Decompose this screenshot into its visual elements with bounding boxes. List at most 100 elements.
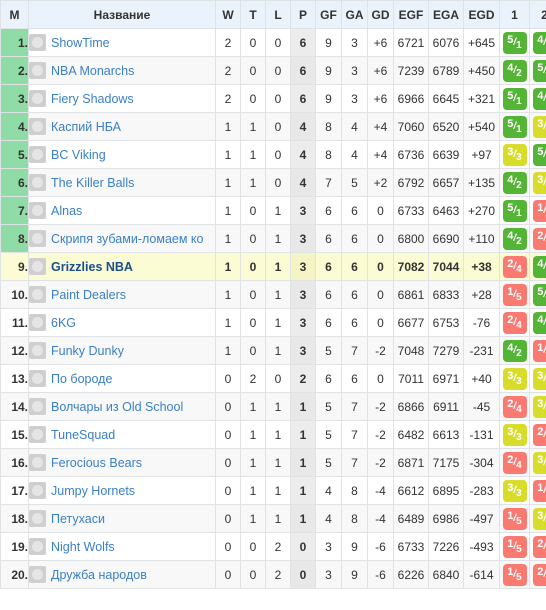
team-name-link[interactable]: Петухаси — [51, 512, 105, 526]
team-name-link[interactable]: Fiery Shadows — [51, 92, 134, 106]
team-cell[interactable]: BC Viking — [28, 140, 216, 169]
score-badge-cell-s2[interactable]: 3/3 — [529, 168, 546, 197]
team-name-link[interactable]: Скрипя зубами-ломаем ко — [51, 232, 204, 246]
table-row[interactable]: 20. Дружба народов 0 0 2 0 3 9 -6 6226 6840 -614 1/5… — [0, 560, 546, 589]
header-points[interactable]: P — [290, 0, 316, 29]
table-row[interactable]: 8. Скрипя зубами-ломаем ко 1 0 1 3 6 6 0 6800 6690… — [0, 224, 546, 253]
score-badge-cell-s1[interactable]: 2/4 — [499, 252, 530, 281]
team-name-link[interactable]: The Killer Balls — [51, 176, 134, 190]
team-cell[interactable]: Alnas — [28, 196, 216, 225]
score-badge-cell-s2[interactable]: 4/2 — [529, 252, 546, 281]
score-badge-cell-s1[interactable]: 2/4 — [499, 308, 530, 337]
team-cell[interactable]: Дружба народов — [28, 560, 216, 589]
table-row[interactable]: 2.NBA Monarchs200693+672396789+4504/25/1 — [0, 56, 546, 85]
team-name-link[interactable]: TuneSquad — [51, 428, 115, 442]
score-badge-cell-s2[interactable]: 1/5 — [529, 336, 546, 365]
score-badge-cell-s2[interactable]: 4/2 — [529, 28, 546, 57]
team-cell[interactable]: Каспий НБА — [28, 112, 216, 141]
team-cell[interactable]: 6KG — [28, 308, 216, 337]
score-badge-cell-s2[interactable]: 3/3 — [529, 364, 546, 393]
header-round-2[interactable]: 2 — [529, 0, 546, 29]
header-ties[interactable]: T — [240, 0, 266, 29]
table-row[interactable]: 18.Петухаси011148-464896986-4971/53/3 — [0, 504, 546, 533]
score-badge-cell-s2[interactable]: 2/4 — [529, 420, 546, 449]
team-name-link[interactable]: Funky Dunky — [51, 344, 124, 358]
header-ega[interactable]: EGA — [428, 0, 464, 29]
score-badge-cell-s2[interactable]: 5/1 — [529, 56, 546, 85]
team-cell[interactable]: Петухаси — [28, 504, 216, 533]
table-row[interactable]: 16. Ferocious Bears 0 1 1 1 5 7 -2 6871 7175 -304 2/… — [0, 448, 546, 477]
team-cell[interactable]: Ferocious Bears — [28, 448, 216, 477]
table-row[interactable]: 19.Night Wolfs002039-667337226-4931/52/4 — [0, 532, 546, 561]
header-name[interactable]: Название — [28, 0, 216, 29]
score-badge-cell-s2[interactable]: 4/2 — [529, 84, 546, 113]
table-row[interactable]: 1. ShowTime 200693+667216076+6455/1 4/2 — [0, 28, 546, 57]
team-cell[interactable]: По бороде — [28, 364, 216, 393]
score-badge-cell-s1[interactable]: 5/1 — [499, 112, 530, 141]
score-badge-cell-s1[interactable]: 2/4 — [499, 392, 530, 421]
score-badge-cell-s1[interactable]: 1/5 — [499, 560, 530, 589]
header-losses[interactable]: L — [265, 0, 291, 29]
team-cell[interactable]: Paint Dealers — [28, 280, 216, 309]
header-goal-diff[interactable]: GD — [367, 0, 394, 29]
team-name-link[interactable]: 6KG — [51, 316, 76, 330]
score-badge-cell-s1[interactable]: 4/2 — [499, 224, 530, 253]
team-cell[interactable]: Fiery Shadows — [28, 84, 216, 113]
team-cell[interactable]: Волчары из Old School — [28, 392, 216, 421]
score-badge-cell-s1[interactable]: 4/2 — [499, 336, 530, 365]
score-badge-cell-s2[interactable]: 3/3 — [529, 504, 546, 533]
team-name-link[interactable]: Jumpy Hornets — [51, 484, 135, 498]
table-row[interactable]: 7.Alnas101366067336463+2705/11/5 — [0, 196, 546, 225]
team-cell[interactable]: TuneSquad — [28, 420, 216, 449]
score-badge-cell-s2[interactable]: 2/4 — [529, 532, 546, 561]
score-badge-cell-s1[interactable]: 5/1 — [499, 28, 530, 57]
team-cell[interactable]: The Killer Balls — [28, 168, 216, 197]
team-name-link[interactable]: ShowTime — [51, 36, 110, 50]
score-badge-cell-s2[interactable]: 3/3 — [529, 112, 546, 141]
team-cell[interactable]: Jumpy Hornets — [28, 476, 216, 505]
team-name-link[interactable]: Дружба народов — [51, 568, 147, 582]
score-badge-cell-s2[interactable]: 2/4 — [529, 560, 546, 589]
score-badge-cell-s2[interactable]: 1/5 — [529, 476, 546, 505]
table-row[interactable]: 12.Funky Dunky101357-270487279-2314/21/5 — [0, 336, 546, 365]
team-cell[interactable]: NBA Monarchs — [28, 56, 216, 85]
score-badge-cell-s1[interactable]: 1/5 — [499, 532, 530, 561]
team-cell[interactable]: Night Wolfs — [28, 532, 216, 561]
score-badge-cell-s2[interactable]: 1/5 — [529, 196, 546, 225]
header-egd[interactable]: EGD — [463, 0, 500, 29]
score-badge-cell-s1[interactable]: 5/1 — [499, 196, 530, 225]
team-name-link[interactable]: Paint Dealers — [51, 288, 126, 302]
team-name-link[interactable]: Волчары из Old School — [51, 400, 183, 414]
team-cell[interactable]: Скрипя зубами-ломаем ко — [28, 224, 216, 253]
table-row[interactable]: 5.BC Viking110484+467366639+973/35/1 — [0, 140, 546, 169]
score-badge-cell-s2[interactable]: 4/2 — [529, 308, 546, 337]
table-row[interactable]: 10.Paint Dealers101366068616833+281/55/1 — [0, 280, 546, 309]
header-round-1[interactable]: 1 — [499, 0, 530, 29]
team-name-link[interactable]: Каспий НБА — [51, 120, 121, 134]
team-name-link[interactable]: NBA Monarchs — [51, 64, 134, 78]
score-badge-cell-s1[interactable]: 3/3 — [499, 420, 530, 449]
team-name-link[interactable]: Grizzlies NBA — [51, 260, 133, 274]
score-badge-cell-s1[interactable]: 4/2 — [499, 56, 530, 85]
table-row[interactable]: 9.Grizzlies NBA101366070827044+382/44/2 — [0, 252, 546, 281]
team-cell[interactable]: ShowTime — [28, 28, 216, 57]
score-badge-cell-s2[interactable]: 5/1 — [529, 140, 546, 169]
score-badge-cell-s2[interactable]: 3/3 — [529, 392, 546, 421]
header-goals-for[interactable]: GF — [315, 0, 342, 29]
table-row[interactable]: 6. The Killer Balls 1 1 0 4 7 5 +2 6792 6657 +135 4/… — [0, 168, 546, 197]
header-rank[interactable]: M — [0, 0, 29, 29]
team-name-link[interactable]: Alnas — [51, 204, 82, 218]
score-badge-cell-s1[interactable]: 1/5 — [499, 280, 530, 309]
team-cell[interactable]: Grizzlies NBA — [28, 252, 216, 281]
table-row[interactable]: 3. Fiery Shadows 2 0 0 6 9 3 +6 6966 6645 +321 5/1 4/… — [0, 84, 546, 113]
score-badge-cell-s2[interactable]: 2/4 — [529, 224, 546, 253]
table-row[interactable]: 13.По бороде020266070116971+403/33/3 — [0, 364, 546, 393]
table-row[interactable]: 17. Jumpy Hornets 0 1 1 1 4 8 -4 6612 6895 -283 3/3 1… — [0, 476, 546, 505]
score-badge-cell-s1[interactable]: 1/5 — [499, 504, 530, 533]
score-badge-cell-s1[interactable]: 3/3 — [499, 364, 530, 393]
score-badge-cell-s2[interactable]: 3/3 — [529, 448, 546, 477]
table-row[interactable]: 14. Волчары из Old School 0 1 1 1 5 7 -2 6866 6911… — [0, 392, 546, 421]
header-wins[interactable]: W — [215, 0, 241, 29]
score-badge-cell-s1[interactable]: 5/1 — [499, 84, 530, 113]
score-badge-cell-s1[interactable]: 3/3 — [499, 476, 530, 505]
